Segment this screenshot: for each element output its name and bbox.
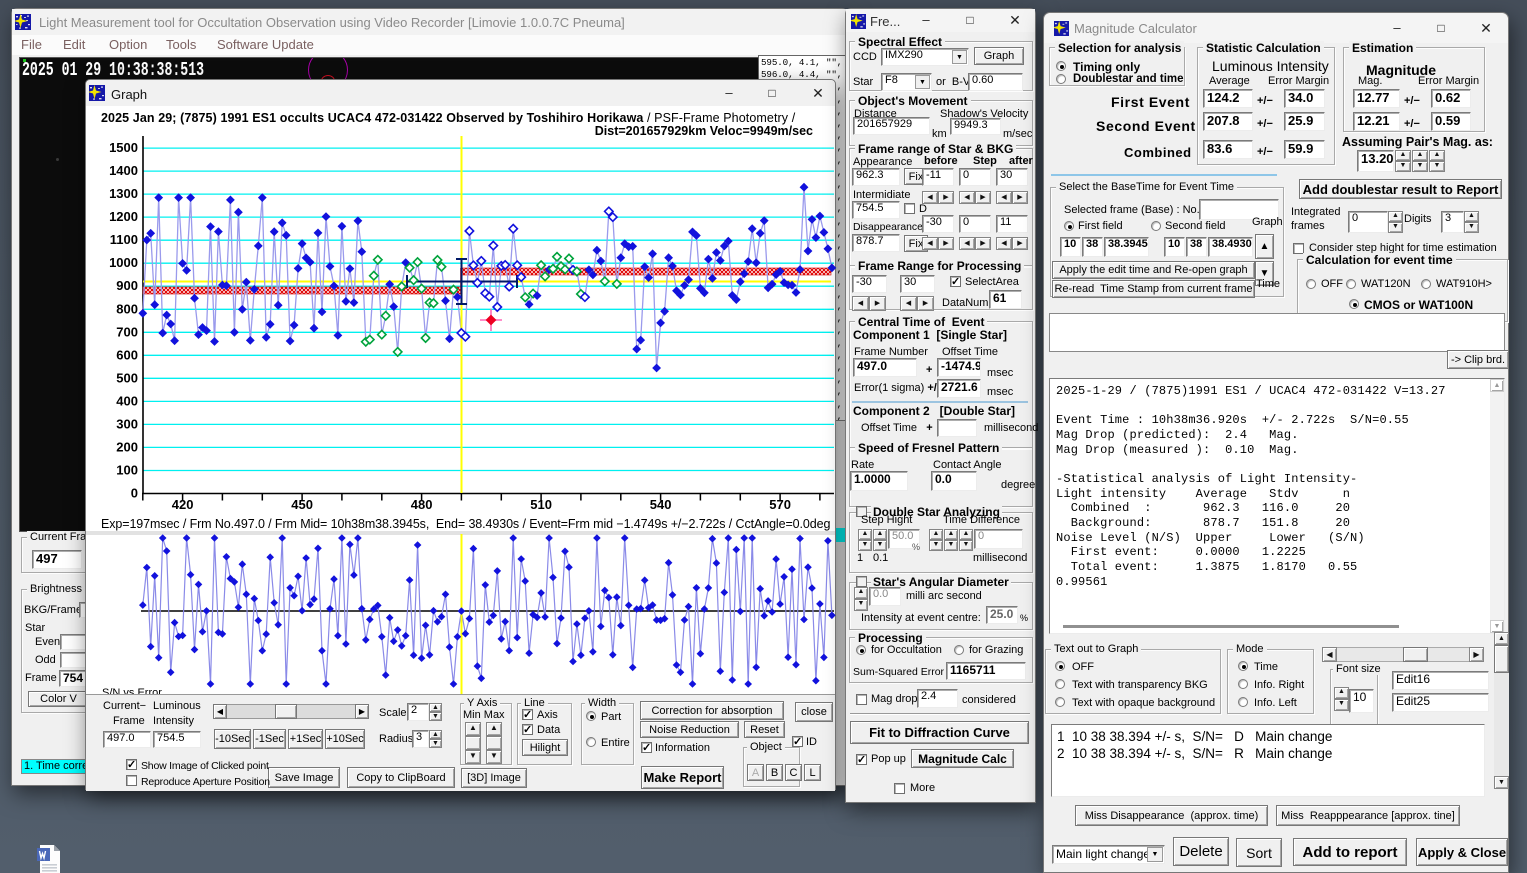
svg-text:300: 300 [116, 416, 138, 431]
svg-text:1400: 1400 [109, 163, 138, 178]
svg-text:1200: 1200 [109, 209, 138, 224]
svg-text:500: 500 [116, 370, 138, 385]
svg-text:1500: 1500 [109, 140, 138, 155]
svg-text:1300: 1300 [109, 186, 138, 201]
svg-text:700: 700 [116, 324, 138, 339]
svg-text:1100: 1100 [110, 232, 138, 247]
svg-text:200: 200 [116, 439, 138, 454]
svg-text:800: 800 [116, 301, 138, 316]
svg-text:400: 400 [116, 393, 138, 408]
svg-text:1000: 1000 [109, 255, 138, 270]
svg-text:900: 900 [116, 278, 138, 293]
svg-text:0: 0 [131, 486, 138, 501]
svg-text:100: 100 [116, 463, 138, 478]
svg-text:600: 600 [116, 347, 138, 362]
